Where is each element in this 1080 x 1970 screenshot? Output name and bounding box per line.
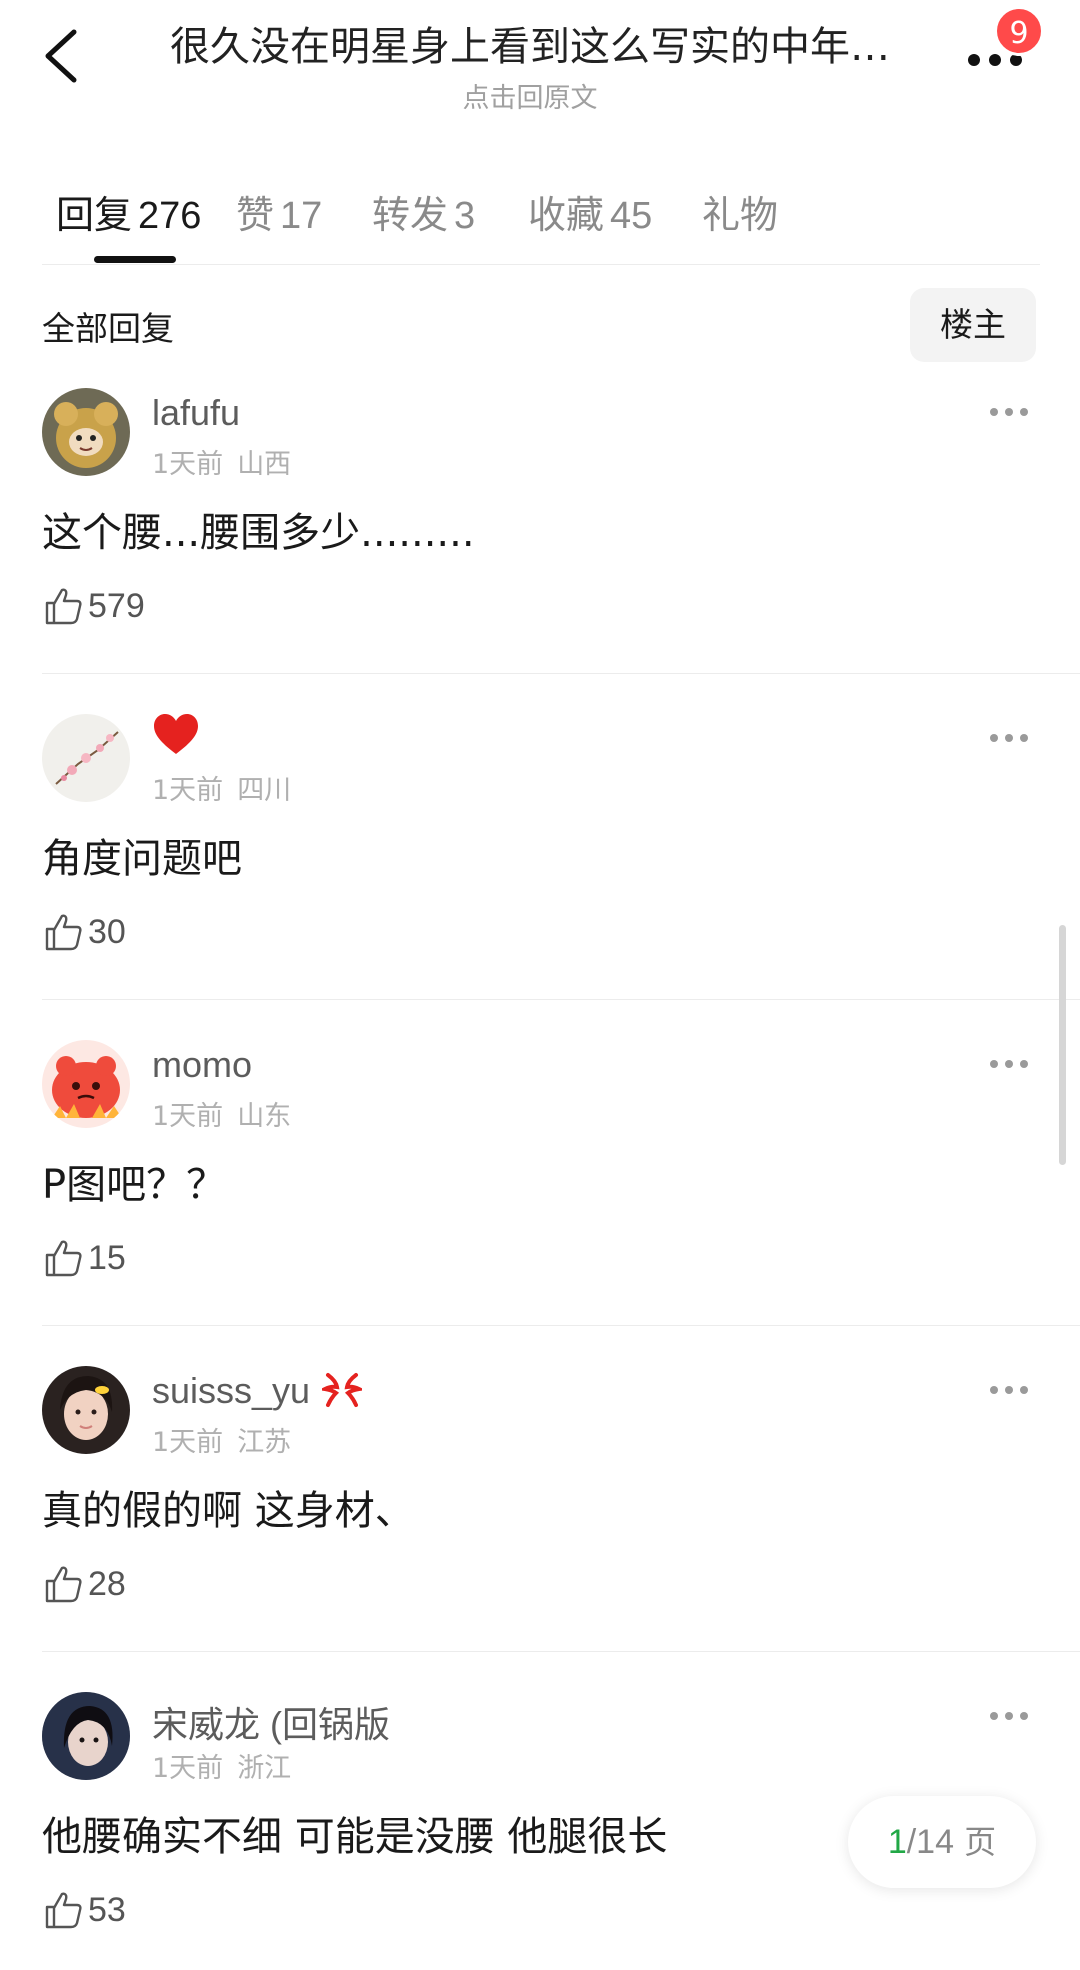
red-cartoon-avatar-icon: [42, 1040, 130, 1128]
comment-location: 浙江: [237, 1753, 292, 1784]
tab-label: 收藏: [528, 193, 605, 237]
active-tab-indicator: [94, 256, 176, 263]
plush-toy-avatar-icon: [42, 388, 130, 476]
like-button[interactable]: 30: [42, 910, 126, 954]
thumbs-up-icon: [45, 588, 82, 625]
avatar[interactable]: [42, 1692, 130, 1780]
back-to-post-hint: 点击回原文: [462, 83, 598, 114]
tab-gifts[interactable]: 礼物: [702, 184, 778, 239]
avatar[interactable]: [42, 714, 130, 802]
comment-item: suisss_yu 1天前 江苏 真的假的啊 这身材、 28: [0, 1366, 1080, 1692]
tab-label: 回复: [56, 193, 133, 237]
all-replies-label: 全部回复: [42, 309, 174, 348]
back-arrow-icon: [45, 29, 77, 83]
red-heart-icon: [154, 714, 198, 754]
divider: [42, 673, 1080, 674]
thumbs-up-icon: [45, 914, 82, 951]
like-count: 15: [88, 1238, 126, 1277]
dark-photo-avatar-icon: [42, 1692, 130, 1780]
comment-text: 他腰确实不细 可能是没腰 他腿很长: [42, 1814, 668, 1860]
page-indicator-button[interactable]: 1/14 页: [848, 1796, 1036, 1888]
like-count: 579: [88, 586, 145, 625]
username[interactable]: suisss_yu: [152, 1370, 366, 1412]
comment-item: 1天前 四川 角度问题吧 30: [0, 714, 1080, 1040]
divider: [42, 1325, 1080, 1326]
comment-item: lafufu 1天前 山西 这个腰...腰围多少......... 579: [0, 388, 1080, 714]
tab-count: 45: [610, 195, 653, 237]
username[interactable]: 宋威龙 (回锅版: [152, 1696, 390, 1748]
divider: [42, 264, 1040, 265]
thumbs-up-icon: [45, 1892, 82, 1929]
comment-location: 山西: [237, 449, 292, 480]
like-button[interactable]: 53: [42, 1888, 126, 1932]
tab-favorites[interactable]: 收藏 45: [528, 184, 652, 239]
username[interactable]: lafufu: [152, 392, 240, 434]
comment-more-button[interactable]: [990, 1378, 1034, 1402]
comment-text: 角度问题吧: [42, 836, 242, 882]
like-count: 28: [88, 1564, 126, 1603]
scrollbar[interactable]: [1059, 925, 1066, 1165]
page-unit: 页: [954, 1823, 997, 1861]
comment-more-button[interactable]: [990, 726, 1034, 750]
comment-location: 江苏: [237, 1427, 292, 1458]
anger-symbol-icon: [318, 1373, 366, 1407]
thumbs-up-icon: [45, 1566, 82, 1603]
tab-count: 276: [138, 195, 202, 237]
plum-blossom-avatar-icon: [42, 714, 130, 802]
total-pages: /14: [906, 1823, 954, 1861]
comment-location: 四川: [237, 775, 292, 806]
tab-count: 3: [454, 195, 476, 237]
comment-text: P图吧？？: [42, 1162, 227, 1208]
username-text: suisss_yu: [152, 1370, 311, 1411]
more-dots-icon: [968, 54, 1022, 66]
comment-meta: 1天前 四川: [152, 768, 291, 807]
username[interactable]: [152, 712, 200, 767]
comment-item: momo 1天前 山东 P图吧？？ 15: [0, 1040, 1080, 1366]
comment-meta: 1天前 山东: [152, 1094, 291, 1133]
comment-text: 真的假的啊 这身材、: [42, 1488, 415, 1534]
back-button[interactable]: [38, 24, 84, 88]
tab-label: 转发: [372, 193, 449, 237]
comment-location: 山东: [237, 1101, 292, 1132]
like-button[interactable]: 28: [42, 1562, 126, 1606]
comment-more-button[interactable]: [990, 400, 1034, 424]
like-button[interactable]: 579: [42, 584, 145, 628]
avatar[interactable]: [42, 1040, 130, 1128]
thumbs-up-icon: [45, 1240, 82, 1277]
tab-bar: 回复 276 赞 17 转发 3 收藏 45 礼物: [42, 170, 1042, 270]
comment-meta: 1天前 山西: [152, 442, 291, 481]
divider: [42, 999, 1080, 1000]
comment-meta: 1天前 江苏: [152, 1420, 291, 1459]
op-only-button[interactable]: 楼主: [910, 288, 1036, 362]
top-bar: 很久没在明星身上看到这么写实的中年… 点击回原文 9: [0, 0, 1080, 120]
tab-reposts[interactable]: 转发 3: [372, 184, 475, 239]
page-title: 很久没在明星身上看到这么写实的中年…: [170, 24, 890, 70]
avatar[interactable]: [42, 1366, 130, 1454]
tab-label: 赞: [236, 193, 275, 237]
tab-count: 17: [280, 195, 323, 237]
like-button[interactable]: 15: [42, 1236, 126, 1280]
comment-time: 1天前: [152, 1101, 224, 1132]
girl-photo-avatar-icon: [42, 1366, 130, 1454]
like-count: 30: [88, 912, 126, 951]
avatar[interactable]: [42, 388, 130, 476]
comment-time: 1天前: [152, 1427, 224, 1458]
tab-label: 礼物: [702, 193, 779, 237]
current-page: 1: [887, 1823, 907, 1861]
divider: [42, 1651, 1080, 1652]
comment-time: 1天前: [152, 449, 224, 480]
comment-time: 1天前: [152, 1753, 224, 1784]
comment-time: 1天前: [152, 775, 224, 806]
like-count: 53: [88, 1890, 126, 1929]
comment-more-button[interactable]: [990, 1052, 1034, 1076]
tab-likes[interactable]: 赞 17: [236, 184, 322, 239]
notification-badge[interactable]: 9: [994, 6, 1044, 56]
original-post-link[interactable]: 很久没在明星身上看到这么写实的中年… 点击回原文: [130, 14, 930, 115]
tab-replies[interactable]: 回复 276: [56, 184, 201, 239]
comment-text: 这个腰...腰围多少.........: [42, 510, 475, 556]
comment-more-button[interactable]: [990, 1704, 1034, 1728]
username[interactable]: momo: [152, 1044, 252, 1086]
comment-meta: 1天前 浙江: [152, 1746, 291, 1785]
